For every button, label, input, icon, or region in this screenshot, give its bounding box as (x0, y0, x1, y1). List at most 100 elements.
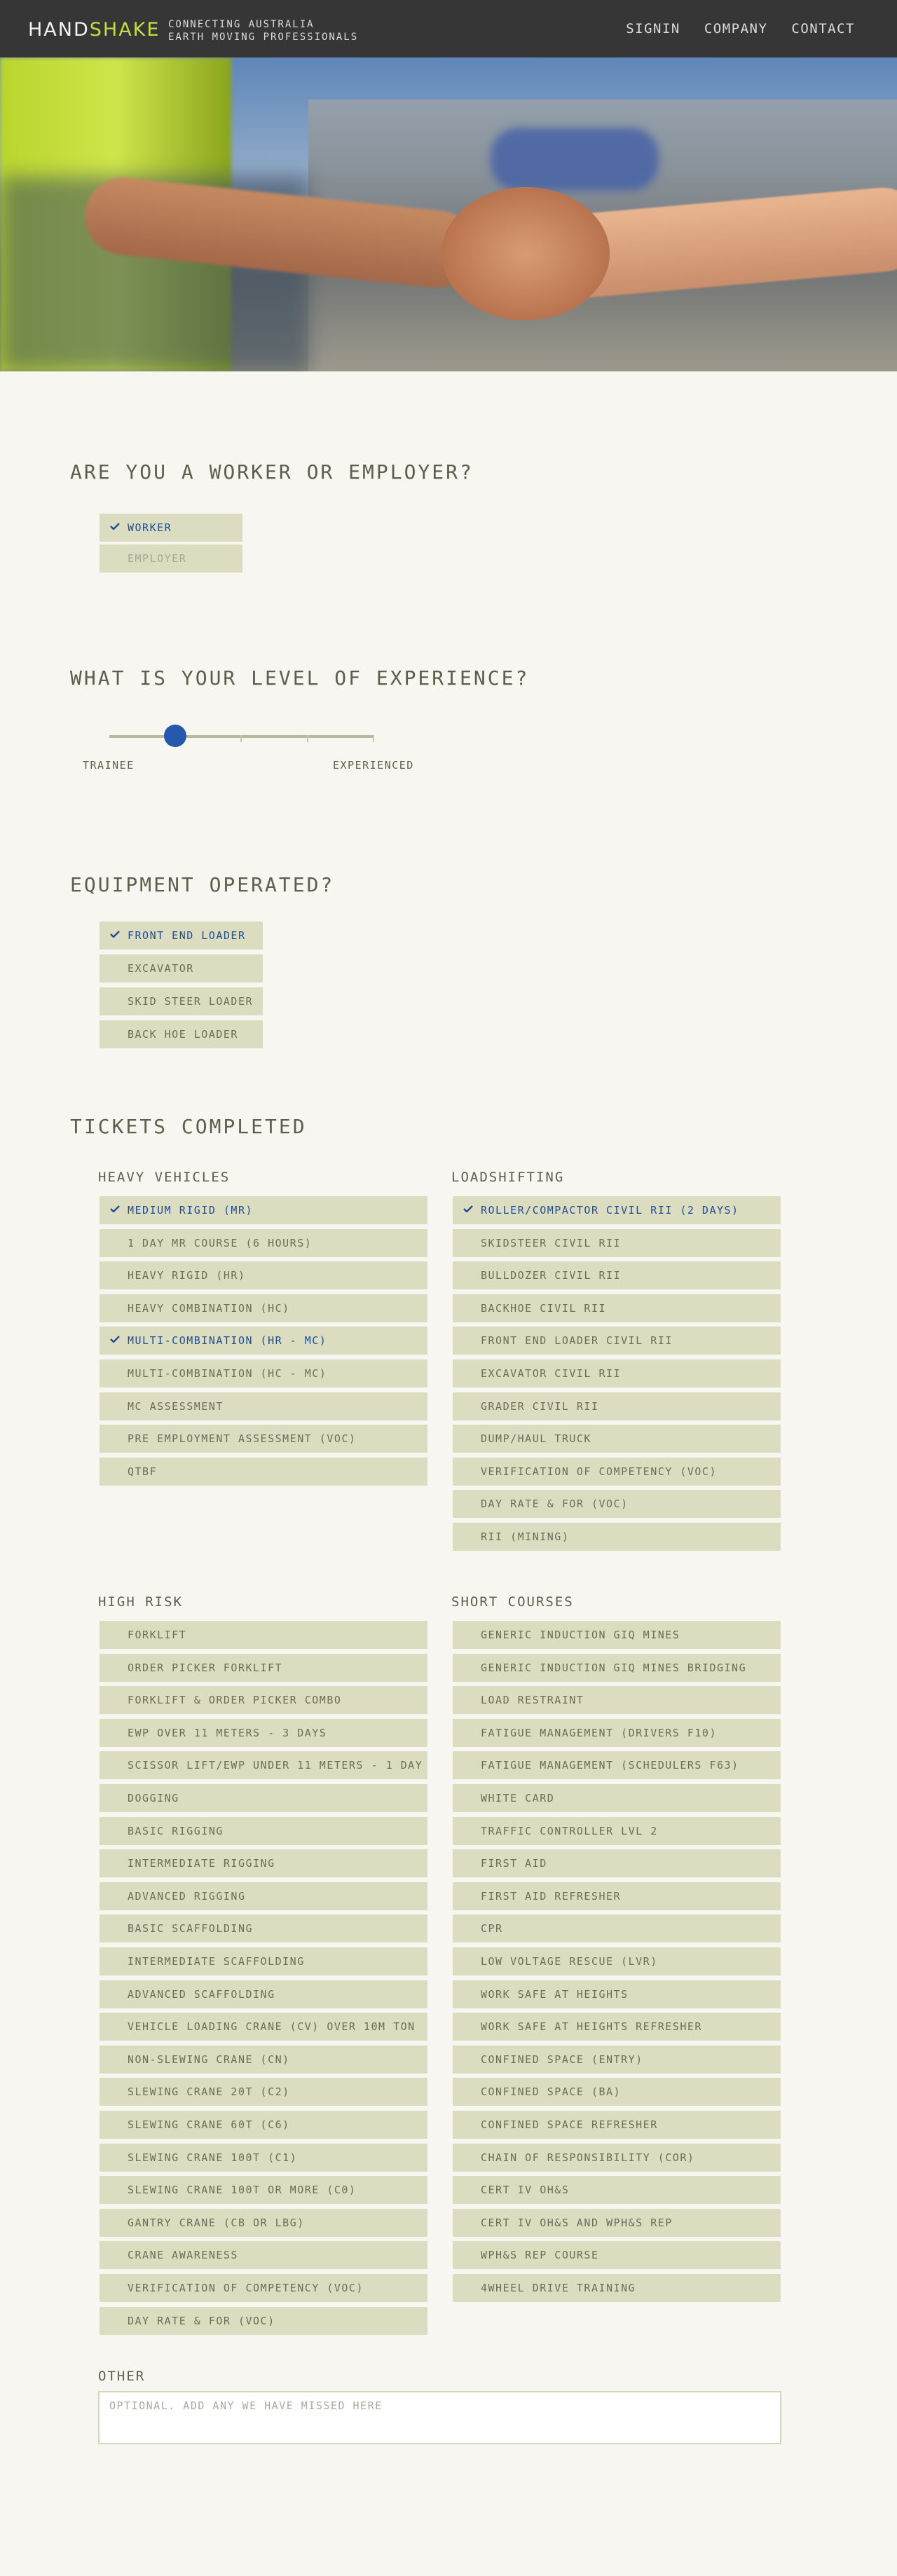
option-skidsteer-civil-rii[interactable]: SKIDSTEER CIVIL RII (453, 1228, 781, 1257)
option-slewing-crane-60t-c6[interactable]: SLEWING CRANE 60T (C6) (100, 2111, 427, 2139)
option-pre-employment-assessment-voc[interactable]: PRE EMPLOYMENT ASSESSMENT (VOC) (100, 1425, 427, 1453)
option-non-slewing-crane-cn[interactable]: NON-SLEWING CRANE (CN) (100, 2045, 427, 2074)
option-multi-combination-hr-mc[interactable]: MULTI-COMBINATION (HR - MC) (100, 1327, 427, 1355)
experience-slider-thumb[interactable] (164, 725, 187, 747)
option-low-voltage-rescue-lvr[interactable]: LOW VOLTAGE RESCUE (LVR) (453, 1947, 781, 1975)
option-slewing-crane-100t-or-more-c0[interactable]: SLEWING CRANE 100T OR MORE (C0) (100, 2176, 427, 2205)
option-forklift-order-picker-combo[interactable]: FORKLIFT & ORDER PICKER COMBO (100, 1686, 427, 1715)
slider-min-label: TRAINEE (83, 759, 135, 772)
hero-handshake-image (0, 57, 897, 371)
option-day-rate-for-voc[interactable]: DAY RATE & FOR (VOC) (100, 2306, 427, 2335)
option-load-restraint[interactable]: LOAD RESTRAINT (453, 1686, 781, 1715)
option-gantry-crane-cb-or-lbg[interactable]: GANTRY CRANE (CB OR LBG) (100, 2208, 427, 2237)
option-label: MULTI-COMBINATION (HC - MC) (128, 1367, 327, 1380)
option-intermediate-rigging[interactable]: INTERMEDIATE RIGGING (100, 1849, 427, 1878)
option-label: BACK HOE LOADER (128, 1028, 238, 1041)
option-ewp-over-11-meters-3-days[interactable]: EWP OVER 11 METERS - 3 DAYS (100, 1718, 427, 1747)
hero-hands (441, 187, 610, 320)
option-roller-compactor-civil-rii-2-days[interactable]: ROLLER/COMPACTOR CIVIL RII (2 DAYS) (453, 1196, 781, 1224)
option-label: MULTI-COMBINATION (HR - MC) (128, 1334, 327, 1348)
option-vehicle-loading-crane-cv-over-10m-ton[interactable]: VEHICLE LOADING CRANE (CV) OVER 10M TON (100, 2013, 427, 2041)
option-label: VERIFICATION OF COMPETENCY (VOC) (481, 1465, 717, 1478)
option-cert-iv-oh-s-and-wph-s-rep[interactable]: CERT IV OH&S AND WPH&S REP (453, 2208, 781, 2237)
option-basic-rigging[interactable]: BASIC RIGGING (100, 1816, 427, 1845)
option-4wheel-drive-training[interactable]: 4WHEEL DRIVE TRAINING (453, 2274, 781, 2302)
other-input[interactable] (98, 2391, 781, 2444)
option-heavy-combination-hc[interactable]: HEAVY COMBINATION (HC) (100, 1294, 427, 1322)
nav-contact[interactable]: CONTACT (791, 21, 855, 36)
option-traffic-controller-lvl-2[interactable]: TRAFFIC CONTROLLER LVL 2 (453, 1816, 781, 1845)
option-white-card[interactable]: WHITE CARD (453, 1784, 781, 1812)
option-verification-of-competency-voc[interactable]: VERIFICATION OF COMPETENCY (VOC) (453, 1457, 781, 1486)
option-fatigue-management-schedulers-f63[interactable]: FATIGUE MANAGEMENT (SCHEDULERS F63) (453, 1751, 781, 1780)
option-first-aid[interactable]: FIRST AID (453, 1849, 781, 1878)
option-qtbf[interactable]: QTBF (100, 1457, 427, 1486)
option-verification-of-competency-voc[interactable]: VERIFICATION OF COMPETENCY (VOC) (100, 2274, 427, 2302)
brand-logo[interactable]: HANDSHAKE (28, 19, 160, 41)
option-label: HEAVY RIGID (HR) (128, 1269, 246, 1282)
option-medium-rigid-mr[interactable]: MEDIUM RIGID (MR) (100, 1196, 427, 1224)
option-grader-civil-rii[interactable]: GRADER CIVIL RII (453, 1392, 781, 1420)
option-backhoe-civil-rii[interactable]: BACKHOE CIVIL RII (453, 1294, 781, 1322)
option-dump-haul-truck[interactable]: DUMP/HAUL TRUCK (453, 1425, 781, 1453)
slider-max-label: EXPERIENCED (333, 759, 414, 772)
option-scissor-lift-ewp-under-11-meters-1-day[interactable]: SCISSOR LIFT/EWP UNDER 11 METERS - 1 DAY (100, 1751, 427, 1780)
option-mc-assessment[interactable]: MC ASSESSMENT (100, 1392, 427, 1420)
option-back-hoe-loader[interactable]: BACK HOE LOADER (100, 1020, 263, 1048)
option-label: SKIDSTEER CIVIL RII (481, 1236, 622, 1249)
option-intermediate-scaffolding[interactable]: INTERMEDIATE SCAFFOLDING (100, 1947, 427, 1975)
option-order-picker-forklift[interactable]: ORDER PICKER FORKLIFT (100, 1653, 427, 1682)
option-slewing-crane-20t-c2[interactable]: SLEWING CRANE 20T (C2) (100, 2078, 427, 2106)
option-work-safe-at-heights-refresher[interactable]: WORK SAFE AT HEIGHTS REFRESHER (453, 2013, 781, 2041)
option-confined-space-refresher[interactable]: CONFINED SPACE REFRESHER (453, 2111, 781, 2139)
option-skid-steer-loader[interactable]: SKID STEER LOADER (100, 987, 263, 1015)
option-basic-scaffolding[interactable]: BASIC SCAFFOLDING (100, 1914, 427, 1943)
option-multi-combination-hc-mc[interactable]: MULTI-COMBINATION (HC - MC) (100, 1359, 427, 1388)
option-crane-awareness[interactable]: CRANE AWARENESS (100, 2241, 427, 2270)
option-label: FORKLIFT & ORDER PICKER COMBO (128, 1694, 342, 1707)
option-cpr[interactable]: CPR (453, 1914, 781, 1943)
option-work-safe-at-heights[interactable]: WORK SAFE AT HEIGHTS (453, 1980, 781, 2008)
option-employer[interactable]: EMPLOYER (100, 544, 242, 573)
option-generic-induction-giq-mines[interactable]: GENERIC INDUCTION GIQ MINES (453, 1621, 781, 1649)
option-generic-induction-giq-mines-bridging[interactable]: GENERIC INDUCTION GIQ MINES BRIDGING (453, 1653, 781, 1682)
option-chain-of-responsibility-cor[interactable]: CHAIN OF RESPONSIBILITY (COR) (453, 2143, 781, 2172)
option-advanced-rigging[interactable]: ADVANCED RIGGING (100, 1882, 427, 1910)
option-front-end-loader[interactable]: FRONT END LOADER (100, 922, 263, 950)
option-label: BASIC RIGGING (128, 1824, 224, 1837)
option-slewing-crane-100t-c1[interactable]: SLEWING CRANE 100T (C1) (100, 2143, 427, 2172)
option-label: SLEWING CRANE 100T (C1) (128, 2151, 298, 2164)
option-label: NON-SLEWING CRANE (CN) (128, 2053, 290, 2066)
option-excavator-civil-rii[interactable]: EXCAVATOR CIVIL RII (453, 1359, 781, 1388)
slider-tick (373, 735, 374, 742)
option-label: MC ASSESSMENT (128, 1399, 224, 1413)
nav-signin[interactable]: SIGNIN (626, 21, 680, 36)
option-label: WHITE CARD (481, 1792, 555, 1804)
option-label: VERIFICATION OF COMPETENCY (VOC) (128, 2282, 364, 2294)
tagline: CONNECTING AUSTRALIA EARTH MOVING PROFES… (168, 18, 358, 43)
option-first-aid-refresher[interactable]: FIRST AID REFRESHER (453, 1882, 781, 1910)
option-confined-space-ba[interactable]: CONFINED SPACE (BA) (453, 2078, 781, 2106)
nav-company[interactable]: COMPANY (704, 21, 768, 36)
option-excavator[interactable]: EXCAVATOR (100, 954, 263, 982)
option-heavy-rigid-hr[interactable]: HEAVY RIGID (HR) (100, 1261, 427, 1290)
option-label: CRANE AWARENESS (128, 2249, 238, 2262)
option-worker[interactable]: WORKER (100, 514, 242, 542)
option-day-rate-for-voc[interactable]: DAY RATE & FOR (VOC) (453, 1490, 781, 1519)
option-1-day-mr-course-6-hours[interactable]: 1 DAY MR COURSE (6 HOURS) (100, 1228, 427, 1257)
option-advanced-scaffolding[interactable]: ADVANCED SCAFFOLDING (100, 1980, 427, 2008)
option-wph-s-rep-course[interactable]: WPH&S REP COURSE (453, 2241, 781, 2270)
option-forklift[interactable]: FORKLIFT (100, 1621, 427, 1649)
option-label: CONFINED SPACE REFRESHER (481, 2118, 658, 2131)
option-label: FATIGUE MANAGEMENT (DRIVERS F10) (481, 1726, 717, 1739)
option-label: BULLDOZER CIVIL RII (481, 1269, 622, 1282)
option-fatigue-management-drivers-f10[interactable]: FATIGUE MANAGEMENT (DRIVERS F10) (453, 1718, 781, 1747)
option-bulldozer-civil-rii[interactable]: BULLDOZER CIVIL RII (453, 1261, 781, 1290)
option-cert-iv-oh-s[interactable]: CERT IV OH&S (453, 2176, 781, 2205)
option-front-end-loader-civil-rii[interactable]: FRONT END LOADER CIVIL RII (453, 1327, 781, 1355)
other-heading: OTHER (98, 2369, 146, 2384)
option-confined-space-entry[interactable]: CONFINED SPACE (ENTRY) (453, 2045, 781, 2074)
option-label: LOW VOLTAGE RESCUE (LVR) (481, 1955, 658, 1968)
option-rii-mining[interactable]: RII (MINING) (453, 1523, 781, 1551)
option-dogging[interactable]: DOGGING (100, 1784, 427, 1812)
